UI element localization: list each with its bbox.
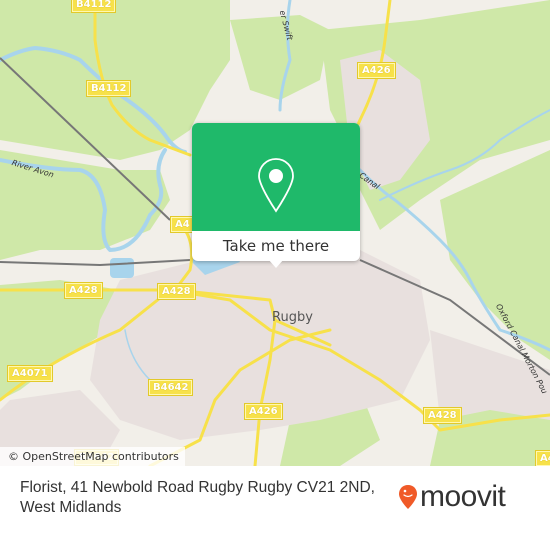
popup-pointer bbox=[268, 259, 284, 268]
take-me-there-button[interactable]: Take me there bbox=[192, 231, 360, 261]
location-popup: Take me there bbox=[192, 123, 360, 268]
moovit-logo[interactable]: moovit bbox=[398, 480, 506, 514]
map-view[interactable]: B4112 B4112 A426 A4 A428 A428 A4071 B464… bbox=[0, 0, 550, 466]
road-label-b4642-center: B4642 bbox=[147, 379, 194, 396]
park-area bbox=[440, 150, 550, 360]
road-label-a4-east-partial: A4 bbox=[535, 450, 550, 466]
road-label-a4071: A4071 bbox=[7, 365, 53, 382]
road-label-a426-north: A426 bbox=[357, 62, 396, 79]
railway bbox=[0, 259, 191, 267]
map-attribution[interactable]: © OpenStreetMap contributors bbox=[0, 447, 185, 466]
road-label-a428-east: A428 bbox=[423, 407, 462, 424]
road-label-a426-south: A426 bbox=[244, 403, 283, 420]
address-text: Florist, 41 Newbold Road Rugby Rugby CV2… bbox=[20, 479, 375, 516]
map-pin-icon bbox=[258, 158, 294, 213]
road-label-b4112: B4112 bbox=[85, 80, 132, 97]
road-label-a428-center: A428 bbox=[157, 283, 196, 300]
town-label-rugby: Rugby bbox=[272, 310, 313, 325]
moovit-pin-icon bbox=[399, 485, 417, 509]
road-label-a4-partial: A4 bbox=[170, 216, 195, 233]
reservoir bbox=[110, 258, 134, 278]
brand-name: moovit bbox=[420, 480, 506, 513]
road-label-a428-west: A428 bbox=[64, 282, 103, 299]
popup-header bbox=[192, 123, 360, 231]
road-label-b4112-top: B4112 bbox=[70, 0, 117, 13]
footer: Florist, 41 Newbold Road Rugby Rugby CV2… bbox=[0, 466, 550, 550]
park-area bbox=[230, 15, 330, 100]
